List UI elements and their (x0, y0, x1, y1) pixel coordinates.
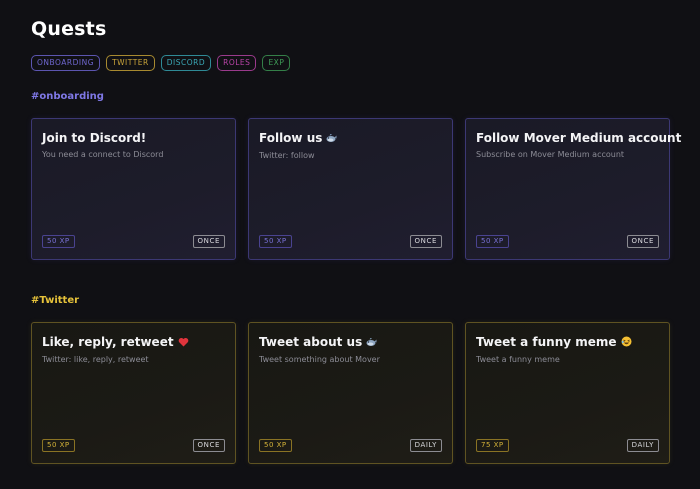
frequency-badge: DAILY (409, 439, 442, 452)
page-title: Quests (31, 18, 107, 40)
quest-description: Twitter: follow (259, 151, 315, 160)
xp-badge: 50 XP (42, 235, 75, 248)
xp-badge: 50 XP (42, 439, 75, 452)
whale-emoji-icon (326, 132, 337, 146)
quest-title: Join to Discord! (42, 131, 147, 145)
quest-description: You need a connect to Discord (42, 150, 164, 159)
quest-title: Tweet a funny meme (476, 335, 659, 350)
xp-badge: 50 XP (259, 235, 292, 248)
frequency-badge: ONCE (192, 439, 225, 452)
twitter-quest-grid: Like, reply, retweet Twitter: like, repl… (31, 322, 670, 464)
filter-tags: ONBOARDING TWITTER DISCORD ROLES EXP (31, 55, 291, 71)
quest-card-follow-medium[interactable]: Follow Mover Medium account Subscribe on… (465, 118, 682, 260)
xp-badge: 75 XP (476, 439, 509, 452)
quest-card-follow-us[interactable]: Follow us Twitter: follow 50 XP ONCE (248, 118, 453, 260)
whale-emoji-icon (366, 336, 377, 350)
frequency-badge: ONCE (626, 235, 659, 248)
filter-tag-twitter[interactable]: TWITTER (106, 55, 155, 71)
filter-tag-onboarding[interactable]: ONBOARDING (31, 55, 101, 71)
quest-title: Follow Mover Medium account (476, 131, 682, 145)
quest-title: Tweet about us (259, 335, 442, 350)
heart-emoji-icon (178, 336, 189, 350)
quest-description: Tweet a funny meme (476, 355, 560, 364)
section-label-twitter: #Twitter (31, 295, 80, 306)
quest-card-tweet-about-us[interactable]: Tweet about us Tweet something about Mov… (248, 322, 453, 464)
section-label-onboarding: #onboarding (31, 91, 104, 102)
quest-card-tweet-funny-meme[interactable]: Tweet a funny meme Tweet a funny meme 75… (465, 322, 670, 464)
quests-page: Quests ONBOARDING TWITTER DISCORD ROLES … (0, 0, 700, 489)
laughing-emoji-icon (621, 336, 632, 350)
xp-badge: 50 XP (476, 235, 509, 248)
filter-tag-discord[interactable]: DISCORD (160, 55, 212, 71)
quest-description: Subscribe on Mover Medium account (476, 150, 625, 159)
quest-description: Tweet something about Mover (259, 355, 380, 364)
quest-card-join-discord[interactable]: Join to Discord! You need a connect to D… (31, 118, 236, 260)
frequency-badge: DAILY (626, 439, 659, 452)
quest-title: Follow us (259, 131, 442, 146)
quest-description: Twitter: like, reply, retweet (42, 355, 149, 364)
quest-title: Like, reply, retweet (42, 335, 225, 350)
filter-tag-roles[interactable]: ROLES (217, 55, 257, 71)
frequency-badge: ONCE (409, 235, 442, 248)
quest-card-like-reply-retweet[interactable]: Like, reply, retweet Twitter: like, repl… (31, 322, 236, 464)
frequency-badge: ONCE (192, 235, 225, 248)
xp-badge: 50 XP (259, 439, 292, 452)
filter-tag-exp[interactable]: EXP (262, 55, 291, 71)
onboarding-quest-grid: Join to Discord! You need a connect to D… (31, 118, 682, 260)
